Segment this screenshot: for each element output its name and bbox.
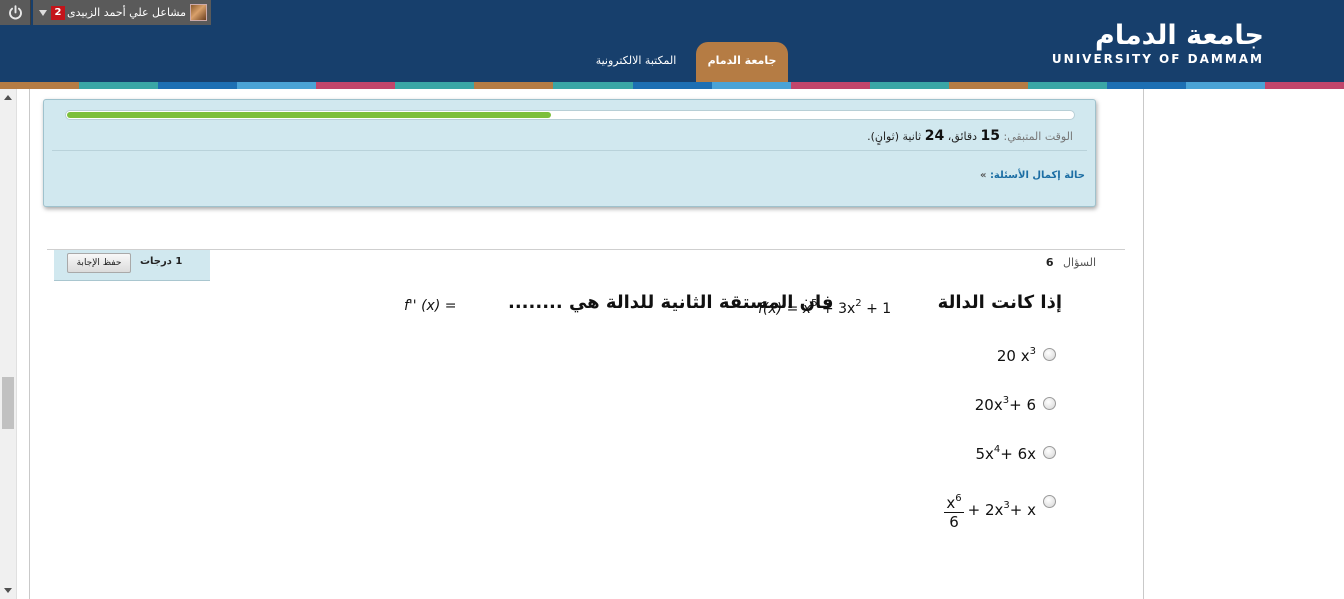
scroll-down-icon[interactable] (4, 588, 12, 593)
option-text: 20x3+ 6 (975, 395, 1036, 414)
second-derivative-expression: f'' (x) = (404, 298, 456, 314)
tab-e-library[interactable]: المكتبة الالكترونية (580, 50, 692, 70)
logo-arabic: جامعة الدمام (1095, 20, 1264, 51)
site-header: 2 مشاعل علي أحمد الزبيدى جامعة الدمام UN… (0, 0, 1344, 88)
option-radio[interactable] (1043, 446, 1056, 459)
option-radio[interactable] (1043, 495, 1056, 508)
content-border (29, 89, 30, 599)
user-bar: 2 مشاعل علي أحمد الزبيدى (0, 0, 211, 25)
exponent: 2 (855, 298, 862, 309)
option-term: + 2x (967, 501, 1004, 519)
logout-button[interactable] (0, 0, 31, 25)
time-remaining: الوقت المتبقي: 15 دقائق، 24 ثانية (ثوانٍ… (867, 128, 1073, 144)
question-stem-part1: إذا كانت الدالة (937, 292, 1062, 313)
denominator: 6 (949, 513, 959, 531)
function-term: + 1 (866, 301, 892, 317)
grade-box: حفظ الإجابة 1 درجات (54, 250, 210, 281)
minutes-unit: دقائق، (947, 130, 978, 143)
option-tail: + 6x (1000, 445, 1036, 463)
double-chevron-down-icon: » (979, 170, 987, 181)
university-logo[interactable]: جامعة الدمام UNIVERSITY OF DAMMAM (1051, 20, 1264, 67)
user-menu-button[interactable]: 2 مشاعل علي أحمد الزبيدى (33, 0, 211, 25)
minutes-value: 15 (980, 128, 1000, 144)
question-label-text: السؤال (1063, 256, 1096, 269)
points-value: 1 (175, 256, 183, 267)
fraction: x6 6 (944, 490, 964, 531)
vertical-scrollbar[interactable] (0, 89, 17, 599)
option-text: x6 6 + 2x3+ x (944, 490, 1036, 531)
second-derivative-lhs: f'' (x) = (404, 298, 457, 314)
notification-badge[interactable]: 2 (51, 5, 65, 20)
status-label: حالة إكمال الأسئلة: (989, 170, 1085, 181)
question-points: 1 درجات (140, 256, 182, 267)
option-tail: + x (1009, 501, 1036, 519)
exponent: 6 (955, 493, 962, 504)
user-name: مشاعل علي أحمد الزبيدى (66, 6, 186, 19)
option-base: 5x (975, 445, 994, 463)
page: 2 مشاعل علي أحمد الزبيدى جامعة الدمام UN… (0, 0, 1344, 599)
scroll-up-icon[interactable] (4, 95, 12, 100)
divider (52, 150, 1087, 151)
question-number: 6 (1045, 256, 1054, 269)
option-base: 20 x (996, 347, 1030, 365)
header-color-strip (0, 82, 1344, 89)
content-border (1143, 89, 1144, 599)
seconds-value: 24 (924, 128, 945, 144)
progress-fill (67, 112, 551, 118)
avatar (190, 4, 207, 21)
option-tail: + 6 (1009, 396, 1036, 414)
time-progress-bar (65, 110, 1075, 120)
logo-english: UNIVERSITY OF DAMMAM (1051, 52, 1264, 66)
option-text: 5x4+ 6x (975, 444, 1036, 463)
exponent: 3 (1029, 346, 1036, 357)
seconds-unit: ثانية (ثوانٍ). (867, 130, 922, 143)
option-radio[interactable] (1043, 397, 1056, 410)
scroll-thumb[interactable] (2, 377, 14, 429)
timer-panel: الوقت المتبقي: 15 دقائق، 24 ثانية (ثوانٍ… (43, 99, 1096, 207)
option-base: 20x (974, 396, 1003, 414)
power-icon (8, 5, 22, 20)
save-answer-button[interactable]: حفظ الإجابة (67, 253, 131, 273)
question-stem-part2: فان المستقة الثانية للدالة هي ........ (508, 292, 834, 313)
points-unit: درجات (140, 256, 172, 267)
time-remaining-label: الوقت المتبقي: (1003, 130, 1074, 143)
question-completion-status-toggle[interactable]: حالة إكمال الأسئلة: » (977, 170, 1085, 181)
question-label: السؤال 6 (1046, 256, 1096, 269)
option-radio[interactable] (1043, 348, 1056, 361)
option-text: 20 x3 (997, 346, 1036, 365)
numerator: x (946, 494, 956, 512)
chevron-down-icon (39, 9, 47, 16)
